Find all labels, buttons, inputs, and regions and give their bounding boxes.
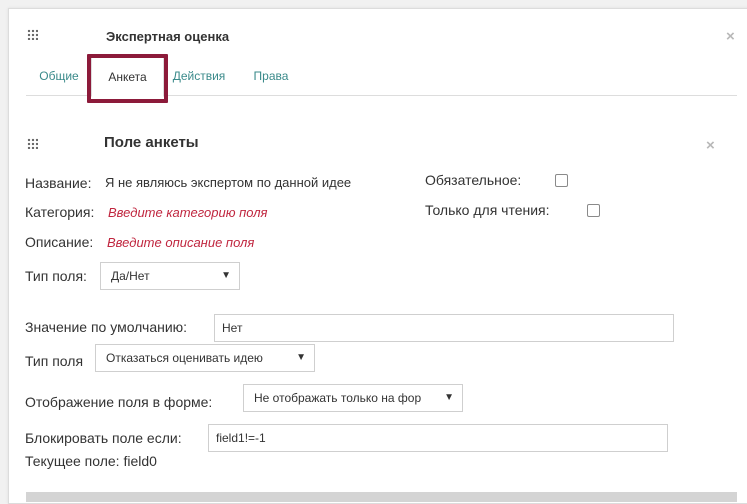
tab-actions[interactable]: Действия: [163, 55, 235, 95]
caret-down-icon: ▼: [444, 392, 454, 403]
caret-down-icon: ▼: [296, 352, 306, 363]
window-close-icon[interactable]: ×: [726, 29, 735, 44]
required-label: Обязательное:: [425, 172, 522, 188]
window-title: Экспертная оценка: [106, 29, 230, 44]
section-drag-handle-icon[interactable]: [27, 138, 38, 149]
name-label: Название:: [25, 175, 92, 191]
readonly-checkbox[interactable]: [587, 204, 600, 217]
block-condition-label: Блокировать поле если:: [25, 430, 182, 446]
description-label: Описание:: [25, 234, 94, 250]
tab-general[interactable]: Общие: [26, 55, 92, 95]
field-type-selected: Да/Нет: [111, 269, 150, 283]
field-type2-label: Тип поля: [25, 353, 84, 369]
default-value-input[interactable]: Нет: [214, 314, 674, 342]
display-selected: Не отображать только на фор: [254, 391, 422, 405]
description-editable[interactable]: Введите описание поля: [107, 235, 254, 250]
display-select[interactable]: Не отображать только на фор ▼: [243, 384, 463, 412]
section-title: Поле анкеты: [104, 134, 199, 151]
active-tab-highlight: [87, 54, 168, 103]
name-value[interactable]: Я не являюсь экспертом по данной идее: [105, 175, 351, 190]
drag-handle-icon[interactable]: [27, 29, 38, 40]
category-label: Категория:: [25, 204, 95, 220]
default-value-label: Значение по умолчанию:: [25, 319, 188, 335]
current-field-text: Текущее поле: field0: [25, 453, 157, 469]
field-type-select[interactable]: Да/Нет ▼: [100, 262, 240, 290]
caret-down-icon: ▼: [221, 270, 231, 281]
required-checkbox[interactable]: [555, 174, 568, 187]
readonly-label: Только для чтения:: [425, 202, 550, 218]
block-condition-input[interactable]: field1!=-1: [208, 424, 668, 452]
field-type-label: Тип поля:: [25, 268, 87, 284]
section-close-icon[interactable]: ×: [706, 138, 715, 153]
field-type2-select[interactable]: Отказаться оценивать идею ▼: [95, 344, 315, 372]
display-label: Отображение поля в форме:: [25, 394, 213, 410]
bottom-scroll-bar: [26, 492, 737, 502]
category-editable[interactable]: Введите категорию поля: [108, 205, 268, 220]
field-type2-selected: Отказаться оценивать идею: [106, 351, 263, 365]
tab-permissions[interactable]: Права: [242, 55, 300, 95]
